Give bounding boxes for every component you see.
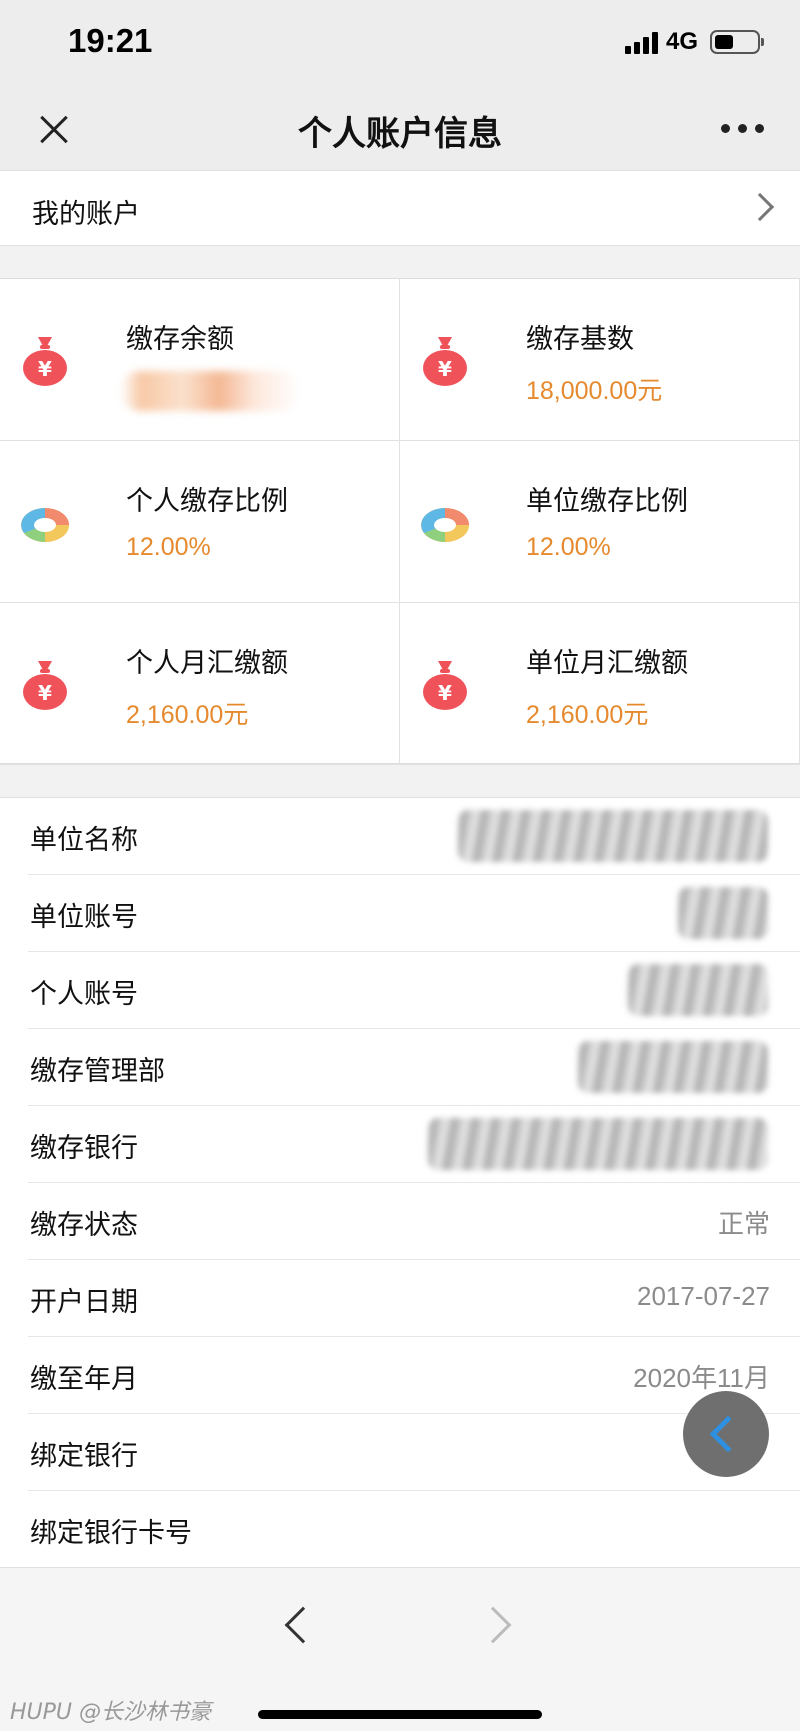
- back-arrow-icon[interactable]: [284, 1606, 322, 1644]
- personal-ratio-label: 个人缴存比例: [126, 486, 288, 517]
- detail-label: 缴存管理部: [30, 1056, 165, 1087]
- personal-monthly-value: 2,160.00元: [126, 701, 249, 729]
- detail-row-deposit-bank: 缴存银行: [28, 1106, 800, 1183]
- money-bag-icon: ¥: [23, 337, 67, 386]
- svg-text:¥: ¥: [438, 357, 452, 381]
- detail-row-personal-account: 个人账号: [28, 952, 800, 1029]
- detail-label: 个人账号: [30, 979, 138, 1010]
- summary-card-employer-monthly[interactable]: ¥ 单位月汇缴额 2,160.00元: [400, 603, 800, 765]
- chevron-left-icon: [709, 1415, 747, 1453]
- personal-ratio-value: 12.00%: [126, 533, 211, 561]
- money-bag-icon: ¥: [423, 661, 467, 710]
- detail-label: 绑定银行: [30, 1441, 138, 1472]
- detail-label: 开户日期: [30, 1287, 138, 1318]
- watermark: HUPU @长沙林书豪: [10, 1700, 212, 1725]
- battery-icon: [710, 30, 764, 54]
- employer-monthly-label: 单位月汇缴额: [526, 648, 688, 679]
- page-title: 个人账户信息: [298, 114, 502, 154]
- detail-row-employer-name: 单位名称: [28, 798, 800, 875]
- personal-monthly-label: 个人月汇缴额: [126, 648, 288, 679]
- detail-row-open-date: 开户日期 2017-07-27: [28, 1260, 800, 1337]
- summary-card-balance[interactable]: ¥ 缴存余额: [0, 279, 400, 441]
- redacted-value: [578, 1041, 768, 1093]
- detail-row-management-dept: 缴存管理部: [28, 1029, 800, 1106]
- detail-label: 缴存状态: [30, 1210, 138, 1241]
- status-bar: 19:21 4G: [0, 0, 800, 86]
- detail-label: 绑定银行卡号: [30, 1518, 192, 1549]
- chevron-right-icon: [745, 192, 775, 222]
- browser-bottom-bar: HUPU @长沙林书豪: [0, 1567, 800, 1731]
- my-account-row[interactable]: 我的账户: [0, 170, 800, 246]
- more-icon[interactable]: [714, 116, 770, 140]
- detail-label: 单位账号: [30, 902, 138, 933]
- detail-label: 缴至年月: [30, 1364, 138, 1395]
- summary-card-base[interactable]: ¥ 缴存基数 18,000.00元: [400, 279, 800, 441]
- account-details-list: 单位名称 单位账号 个人账号 缴存管理部 缴存银行 缴存状态 正常 开户日期 2…: [0, 797, 800, 1568]
- base-label: 缴存基数: [526, 324, 634, 355]
- redacted-value: [428, 1118, 768, 1170]
- donut-chart-icon: [21, 508, 69, 542]
- detail-label: 单位名称: [30, 825, 138, 856]
- detail-value: 正常: [717, 1209, 770, 1239]
- money-bag-icon: ¥: [23, 661, 67, 710]
- balance-label: 缴存余额: [126, 324, 234, 355]
- summary-card-personal-monthly[interactable]: ¥ 个人月汇缴额 2,160.00元: [0, 603, 400, 765]
- employer-ratio-value: 12.00%: [526, 533, 611, 561]
- redacted-value: [628, 964, 768, 1016]
- status-indicators: 4G: [624, 28, 764, 56]
- employer-monthly-value: 2,160.00元: [526, 701, 649, 729]
- summary-card-personal-ratio[interactable]: 个人缴存比例 12.00%: [0, 441, 400, 603]
- svg-text:¥: ¥: [38, 681, 52, 705]
- summary-card-employer-ratio[interactable]: 单位缴存比例 12.00%: [400, 441, 800, 603]
- summary-grid: ¥ 缴存余额 ¥ 缴存基数 18,000.00元 个人缴存比例 12.00% 单…: [0, 278, 800, 765]
- signal-icon: [624, 30, 658, 54]
- detail-row-paid-until: 缴至年月 2020年11月: [28, 1337, 800, 1414]
- money-bag-icon: ¥: [423, 337, 467, 386]
- employer-ratio-label: 单位缴存比例: [526, 486, 688, 517]
- redacted-value: [458, 810, 768, 862]
- status-time: 19:21: [68, 22, 153, 59]
- detail-row-employer-account: 单位账号: [28, 875, 800, 952]
- floating-back-button[interactable]: [683, 1391, 769, 1477]
- detail-label: 缴存银行: [30, 1133, 138, 1164]
- network-type: 4G: [665, 28, 698, 55]
- balance-value-redacted: [120, 371, 300, 411]
- forward-arrow-icon[interactable]: [474, 1606, 512, 1644]
- detail-row-bound-card-number: 绑定银行卡号: [28, 1491, 800, 1568]
- home-indicator[interactable]: [258, 1710, 542, 1719]
- nav-bar: 个人账户信息: [0, 86, 800, 170]
- detail-row-deposit-status: 缴存状态 正常: [28, 1183, 800, 1260]
- detail-value: 2020年11月: [633, 1363, 770, 1393]
- detail-value: 2017-07-27: [637, 1281, 770, 1311]
- base-value: 18,000.00元: [526, 377, 663, 405]
- svg-text:¥: ¥: [38, 357, 52, 381]
- donut-chart-icon: [421, 508, 469, 542]
- svg-text:¥: ¥: [438, 681, 452, 705]
- redacted-value: [678, 887, 768, 939]
- my-account-label: 我的账户: [32, 199, 140, 230]
